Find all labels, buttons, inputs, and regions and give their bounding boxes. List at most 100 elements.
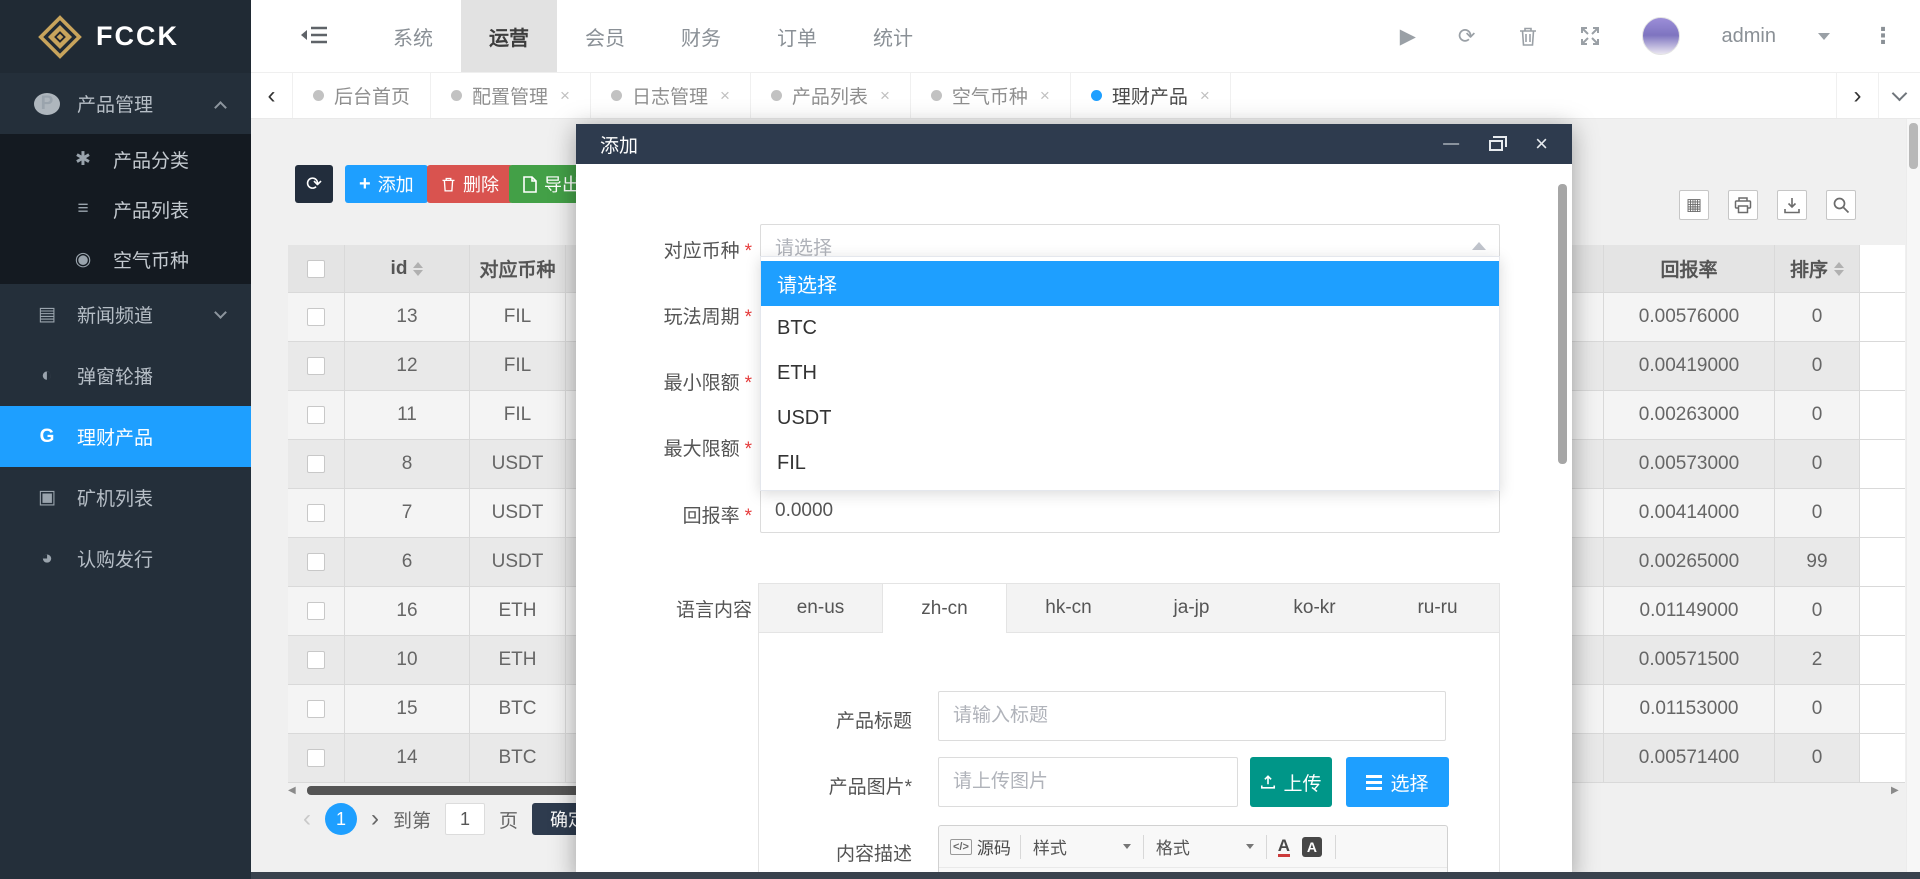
tab-wealth-product[interactable]: 理财产品 × xyxy=(1071,73,1231,118)
dropdown-option-usdt[interactable]: USDT xyxy=(761,396,1499,441)
select-all-checkbox[interactable] xyxy=(307,260,325,278)
nav-finance[interactable]: 财务 xyxy=(653,0,749,72)
source-button[interactable]: </> 源码 xyxy=(947,833,1014,861)
row-checkbox[interactable] xyxy=(307,357,325,375)
fullscreen-icon[interactable] xyxy=(1580,26,1600,46)
bg-color-button[interactable]: A xyxy=(1299,833,1329,861)
goto-page-input[interactable] xyxy=(445,803,485,835)
bottom-edge-bar xyxy=(251,872,1920,879)
tab-config[interactable]: 配置管理 × xyxy=(431,73,591,118)
search-icon[interactable] xyxy=(1826,190,1856,220)
page-scrollbar[interactable] xyxy=(1906,119,1920,879)
nav-stats[interactable]: 统计 xyxy=(845,0,941,72)
dropdown-option-placeholder[interactable]: 请选择 xyxy=(761,261,1499,306)
col-id[interactable]: id xyxy=(345,245,470,293)
user-dropdown-caret-icon[interactable] xyxy=(1818,33,1830,40)
refresh-icon[interactable]: ⟳ xyxy=(1458,24,1476,49)
current-page-badge[interactable]: 1 xyxy=(325,803,357,835)
close-icon[interactable]: × xyxy=(1535,131,1548,157)
tab-close-icon[interactable]: × xyxy=(880,86,890,106)
add-button[interactable]: + 添加 xyxy=(345,165,428,203)
lang-tab-hk-cn[interactable]: hk-cn xyxy=(1007,584,1130,632)
sidebar-item-product-list[interactable]: ≡ 产品列表 xyxy=(0,184,251,234)
row-checkbox[interactable] xyxy=(307,455,325,473)
prev-page-icon[interactable]: ‹ xyxy=(303,805,311,833)
tab-product-list[interactable]: 产品列表 × xyxy=(751,73,911,118)
tabs-scroll-right-icon[interactable]: › xyxy=(1836,73,1878,118)
sidebar-item-wealth-product[interactable]: G 理财产品 xyxy=(0,406,251,467)
sidebar-item-product-mgmt[interactable]: P 产品管理 xyxy=(0,73,251,134)
row-checkbox[interactable] xyxy=(307,651,325,669)
row-checkbox[interactable] xyxy=(307,308,325,326)
play-icon[interactable]: ▶ xyxy=(1400,24,1416,49)
dialog-scrollbar-thumb[interactable] xyxy=(1558,184,1567,464)
print-icon[interactable] xyxy=(1728,190,1758,220)
trash-icon[interactable] xyxy=(1518,26,1538,47)
sidebar-item-news-channel[interactable]: ▤ 新闻频道 xyxy=(0,284,251,345)
lang-tab-ru-ru[interactable]: ru-ru xyxy=(1376,584,1499,632)
maximize-icon[interactable] xyxy=(1489,140,1503,151)
choose-button[interactable]: 选择 xyxy=(1346,757,1449,807)
lang-tab-zh-cn[interactable]: zh-cn xyxy=(882,584,1007,633)
sort-icon[interactable] xyxy=(1834,262,1844,276)
dropdown-option-eth[interactable]: ETH xyxy=(761,351,1499,396)
pagination: ‹ 1 › 到第 页 确定 xyxy=(303,803,604,835)
download-icon[interactable] xyxy=(1777,190,1807,220)
more-menu-icon[interactable]: ⋮ xyxy=(1872,23,1894,49)
lang-tab-ja-jp[interactable]: ja-jp xyxy=(1130,584,1253,632)
tab-close-icon[interactable]: × xyxy=(1040,86,1050,106)
nav-order[interactable]: 订单 xyxy=(749,0,845,72)
user-avatar[interactable] xyxy=(1642,17,1680,55)
minimize-icon[interactable]: — xyxy=(1443,135,1457,153)
delete-button[interactable]: 删除 xyxy=(427,165,513,203)
scroll-left-icon[interactable]: ◀ xyxy=(288,785,302,796)
user-name[interactable]: admin xyxy=(1722,25,1776,48)
sidebar-item-miner-list[interactable]: ▣ 矿机列表 xyxy=(0,467,251,528)
sidebar-item-air-coin[interactable]: ◉ 空气币种 xyxy=(0,234,251,284)
row-checkbox[interactable] xyxy=(307,406,325,424)
tab-close-icon[interactable]: × xyxy=(1200,86,1210,106)
nav-system[interactable]: 系统 xyxy=(365,0,461,72)
sort-icon[interactable] xyxy=(413,262,423,276)
text-color-button[interactable]: A xyxy=(1273,833,1299,861)
tab-home[interactable]: 后台首页 xyxy=(293,73,431,118)
lang-tab-ko-kr[interactable]: ko-kr xyxy=(1253,584,1376,632)
row-checkbox[interactable] xyxy=(307,553,325,571)
table-refresh-button[interactable]: ⟳ xyxy=(295,165,333,203)
sidebar-item-popup-carousel[interactable]: ◐ 弹窗轮播 xyxy=(0,345,251,406)
next-page-icon[interactable]: › xyxy=(371,805,379,833)
tab-close-icon[interactable]: × xyxy=(560,86,570,106)
col-sort[interactable]: 排序 xyxy=(1775,245,1860,293)
required-mark: * xyxy=(745,307,752,328)
dropdown-option-fil[interactable]: FIL xyxy=(761,441,1499,486)
row-checkbox[interactable] xyxy=(307,602,325,620)
source-icon: </> xyxy=(950,839,972,855)
dialog-title: 添加 xyxy=(600,131,638,158)
sidebar-item-label: 理财产品 xyxy=(77,423,153,450)
row-checkbox[interactable] xyxy=(307,504,325,522)
tab-close-icon[interactable]: × xyxy=(720,86,730,106)
sidebar-item-product-category[interactable]: ✱ 产品分类 xyxy=(0,134,251,184)
style-combo[interactable]: 样式 xyxy=(1027,833,1137,861)
product-image-input[interactable] xyxy=(938,757,1238,807)
columns-grid-icon[interactable]: ▦ xyxy=(1679,190,1709,220)
nav-operation[interactable]: 运营 xyxy=(461,0,557,72)
format-combo[interactable]: 格式 xyxy=(1150,833,1260,861)
product-title-input[interactable] xyxy=(938,691,1446,741)
nav-member[interactable]: 会员 xyxy=(557,0,653,72)
tab-logs[interactable]: 日志管理 × xyxy=(591,73,751,118)
dialog-titlebar[interactable]: 添加 — × xyxy=(576,124,1572,164)
rate-input[interactable] xyxy=(760,489,1500,533)
tab-air-coin[interactable]: 空气币种 × xyxy=(911,73,1071,118)
dropdown-option-btc[interactable]: BTC xyxy=(761,306,1499,351)
tabs-scroll-left-icon[interactable]: ‹ xyxy=(251,73,293,118)
upload-button[interactable]: 上传 xyxy=(1250,757,1332,807)
sidebar-collapse-icon[interactable] xyxy=(301,23,331,49)
lang-tab-en-us[interactable]: en-us xyxy=(759,584,882,632)
sidebar-item-subscription-issue[interactable]: ◕ 认购发行 xyxy=(0,528,251,589)
row-checkbox[interactable] xyxy=(307,700,325,718)
scroll-right-icon[interactable]: ▶ xyxy=(1891,785,1905,796)
tabs-menu-icon[interactable] xyxy=(1878,73,1920,118)
scrollbar-thumb[interactable] xyxy=(1909,123,1918,169)
row-checkbox[interactable] xyxy=(307,749,325,767)
